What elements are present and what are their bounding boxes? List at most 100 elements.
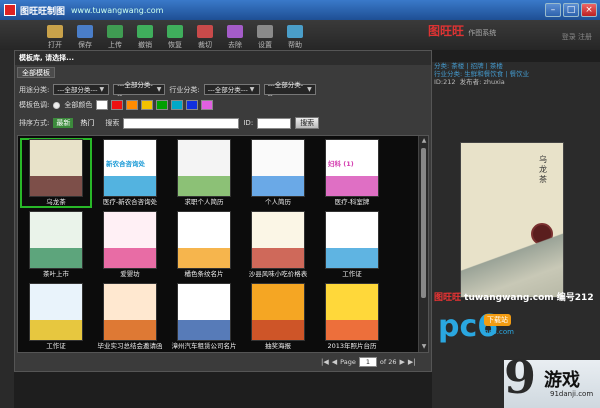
author-label: 发布者: xyxy=(459,78,482,86)
industry-filter-value-2: ---全部分类--- xyxy=(267,80,304,99)
scrollbar-thumb[interactable] xyxy=(421,148,426,298)
template-preview: 乌龙茶 xyxy=(460,142,564,298)
color-swatch-0[interactable] xyxy=(96,100,109,110)
industry-filter-select-1[interactable]: ---全部分类--- ▼ xyxy=(203,84,260,95)
template-thumbnail: 妇科 (1) xyxy=(325,139,379,197)
color-swatch-1[interactable] xyxy=(111,100,124,110)
thumbnail-accent xyxy=(104,320,156,340)
template-caption: 沙县风味小吃价格表 xyxy=(248,270,308,278)
toolbar-button-2[interactable]: 上传 xyxy=(100,20,130,50)
toolbar-button-label: 帮助 xyxy=(288,41,302,49)
template-item[interactable]: 乌龙茶 xyxy=(20,138,92,208)
login-links[interactable]: 登录 注册 xyxy=(562,32,592,42)
first-page-icon[interactable]: |◀ xyxy=(321,358,329,366)
toolbar-button-label: 裁切 xyxy=(198,41,212,49)
toolbar-button-0[interactable]: 打开 xyxy=(40,20,70,50)
thumbnail-accent xyxy=(178,176,230,196)
color-swatch-7[interactable] xyxy=(201,100,214,110)
thumbnail-accent xyxy=(104,248,156,268)
template-item[interactable]: 漳州汽车租赁公司名片 xyxy=(168,282,240,352)
search-input[interactable] xyxy=(123,117,240,129)
template-grid-area: 乌龙茶 新农合咨询处 医疗-新农合咨询处 求职个人简历 个人简历 妇科 (1) 医疗-科室牌… xyxy=(17,135,429,353)
template-item[interactable]: 妇科 (1) 医疗-科室牌 xyxy=(316,138,388,208)
toolbar-button-8[interactable]: 帮助 xyxy=(280,20,310,50)
scroll-up-icon[interactable]: ▲ xyxy=(420,137,428,145)
color-swatch-5[interactable] xyxy=(171,100,184,110)
tab-all-templates[interactable]: 全部模板 xyxy=(17,67,55,78)
template-item[interactable]: 爱婴坊 xyxy=(94,210,166,280)
last-page-icon[interactable]: ▶| xyxy=(408,358,416,366)
template-item[interactable]: 工作证 xyxy=(316,210,388,280)
next-page-icon[interactable]: ▶ xyxy=(400,358,405,366)
template-caption: 爱婴坊 xyxy=(120,270,140,278)
toolbar-button-3[interactable]: 撤销 xyxy=(130,20,160,50)
template-item[interactable]: 2013年照片台历 xyxy=(316,282,388,352)
template-thumbnail xyxy=(325,211,379,269)
crop-icon xyxy=(197,25,213,38)
template-scrollbar[interactable]: ▲ ▼ xyxy=(418,136,428,352)
app-url: www.tuwangwang.com xyxy=(71,5,164,15)
sort-hot-button[interactable]: 热门 xyxy=(77,118,97,128)
sort-latest-button[interactable]: 最新 xyxy=(53,118,74,128)
toolbar-button-7[interactable]: 设置 xyxy=(250,20,280,50)
color-swatch-6[interactable] xyxy=(186,100,199,110)
template-item[interactable]: 茶叶上市 xyxy=(20,210,92,280)
template-item[interactable]: 工作证 xyxy=(20,282,92,352)
template-thumbnail: 新农合咨询处 xyxy=(103,139,157,197)
close-window-button[interactable]: × xyxy=(581,3,597,17)
id-input[interactable] xyxy=(257,117,292,129)
template-library-dialog: 模板库, 请选择... 全部模板 用途分类: ---全部分类--- ▼ ---全部… xyxy=(14,50,432,372)
color-swatch-3[interactable] xyxy=(141,100,154,110)
category-value: 茶楼 | 招牌 | 茶楼 xyxy=(451,62,503,70)
toolbar-button-1[interactable]: 保存 xyxy=(70,20,100,50)
template-thumbnail xyxy=(29,139,83,197)
preview-title: 乌龙茶 xyxy=(539,155,547,184)
color-filter-label: 模板色调: xyxy=(19,101,50,109)
thumbnail-accent xyxy=(30,176,82,196)
template-thumbnail xyxy=(177,211,231,269)
template-caption: 橘色条纹名片 xyxy=(184,270,224,278)
toolbar-button-label: 设置 xyxy=(258,41,272,49)
all-colors-radio[interactable] xyxy=(53,101,61,109)
thumbnail-text: 妇科 (1) xyxy=(328,160,354,168)
preview-landscape xyxy=(461,227,563,297)
template-thumbnail xyxy=(177,139,231,197)
erase-icon xyxy=(227,25,243,38)
template-caption: 工作证 xyxy=(342,270,362,278)
usage-filter-select-1[interactable]: ---全部分类--- ▼ xyxy=(53,84,110,95)
template-item[interactable]: 橘色条纹名片 xyxy=(168,210,240,280)
template-item[interactable]: 新农合咨询处 医疗-新农合咨询处 xyxy=(94,138,166,208)
toolbar-button-label: 保存 xyxy=(78,41,92,49)
template-item[interactable]: 求职个人简历 xyxy=(168,138,240,208)
color-swatch-2[interactable] xyxy=(126,100,139,110)
game91-text: 游戏 xyxy=(544,370,580,391)
template-id: ID:212 xyxy=(434,78,456,86)
usage-filter-select-2[interactable]: ---全部分类--- ▼ xyxy=(113,81,166,99)
template-caption: 医疗-科室牌 xyxy=(334,198,370,206)
template-item[interactable]: 个人简历 xyxy=(242,138,314,208)
minimize-button[interactable]: – xyxy=(545,3,561,17)
template-caption: 乌龙茶 xyxy=(46,198,66,206)
template-item[interactable]: 沙县风味小吃价格表 xyxy=(242,210,314,280)
template-item[interactable]: 抽奖海报 xyxy=(242,282,314,352)
prev-page-icon[interactable]: ◀ xyxy=(332,358,337,366)
template-info: 分类: 茶楼 | 招牌 | 茶楼 行业分类: 生鲜和餐饮食 | 餐饮业 ID:2… xyxy=(434,62,594,86)
toolbar-button-6[interactable]: 去除 xyxy=(220,20,250,50)
page-number-input[interactable]: 1 xyxy=(358,357,377,367)
watermark-site: tuwangwang.com xyxy=(464,293,554,303)
game91-domain: 91danji.com xyxy=(550,390,594,398)
toolbar-button-4[interactable]: 恢复 xyxy=(160,20,190,50)
chevron-down-icon: ▼ xyxy=(99,85,105,93)
gear-icon xyxy=(257,25,273,38)
search-button[interactable]: 搜索 xyxy=(295,117,320,129)
toolbar-button-label: 上传 xyxy=(108,41,122,49)
template-thumbnail xyxy=(325,283,379,341)
watermark-code: 编号212 xyxy=(556,293,594,303)
maximize-button[interactable]: □ xyxy=(563,3,579,17)
color-swatch-4[interactable] xyxy=(156,100,169,110)
template-item[interactable]: 毕业实习总结会邀请函 xyxy=(94,282,166,352)
industry-filter-select-2[interactable]: ---全部分类--- ▼ xyxy=(263,81,316,99)
template-thumbnail xyxy=(251,139,305,197)
toolbar-button-5[interactable]: 裁切 xyxy=(190,20,220,50)
scroll-down-icon[interactable]: ▼ xyxy=(420,343,428,351)
